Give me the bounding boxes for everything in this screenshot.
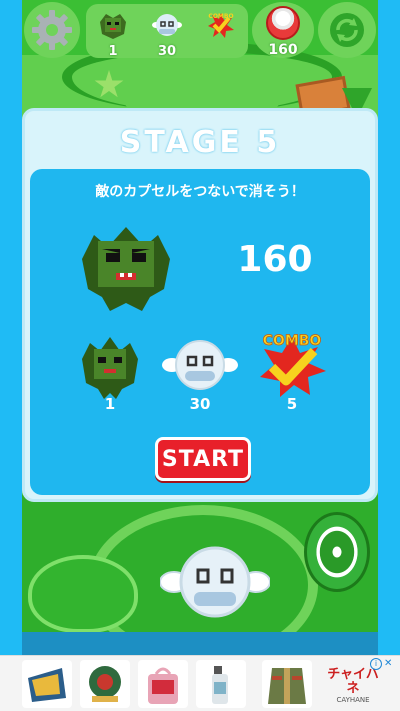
combo-counter: COMBO <box>194 4 248 58</box>
stage-mission-box: 敵のカプセルをつないで消そう！ 160 COMBO 1 30 5 START <box>30 169 370 495</box>
close-icon[interactable]: ✕ <box>384 658 396 670</box>
combo-icon: COMBO <box>260 333 326 397</box>
goblin-counter: 1 <box>86 4 140 59</box>
combo-icon: COMBO <box>208 13 234 38</box>
ball-count: 160 <box>268 42 298 58</box>
gear-icon <box>32 10 72 50</box>
ghost-required: 30 <box>189 395 211 413</box>
reload-button[interactable] <box>318 2 376 58</box>
mission-counter-panel: 1 30 COMBO <box>86 4 248 59</box>
goblin-count: 1 <box>108 44 118 59</box>
capsule-ball-icon <box>266 6 300 40</box>
top-hud: 1 30 COMBO 160 <box>22 0 378 60</box>
combo-badge-text: COMBO <box>263 333 322 349</box>
ghost-icon <box>152 14 182 36</box>
ad-product-2[interactable] <box>80 660 130 708</box>
goblin-icon <box>82 227 170 311</box>
goblin-required: 1 <box>104 395 116 413</box>
start-button[interactable]: START <box>155 437 251 481</box>
bottom-strip <box>22 632 378 655</box>
ad-product-4[interactable] <box>196 660 246 708</box>
reload-icon <box>330 13 364 47</box>
ghost-icon <box>162 340 238 390</box>
next-ball-button[interactable] <box>304 512 370 592</box>
target-ball-count: 160 <box>237 239 313 280</box>
ad-brand-logo[interactable]: チャイハネ CAYHANE <box>325 667 381 705</box>
goblin-icon <box>82 337 138 399</box>
ad-banner[interactable]: チャイハネ CAYHANE i ✕ <box>0 655 400 711</box>
capsule-ball-counter: 160 <box>252 2 314 58</box>
ghost-shooter-icon[interactable] <box>160 530 270 630</box>
stock-slot[interactable] <box>28 545 138 635</box>
stock-silhouette <box>28 555 138 633</box>
right-edge <box>378 0 400 655</box>
ghost-counter: 30 <box>140 4 194 59</box>
ad-product-3[interactable] <box>138 660 188 708</box>
ad-info-icon[interactable]: i <box>370 658 382 670</box>
ghost-count: 30 <box>157 44 177 59</box>
stage-intro-dialog: STAGE 5 敵のカプセルをつないで消そう！ 160 COMBO 1 30 5… <box>22 108 378 502</box>
goblin-icon <box>100 14 126 39</box>
combo-badge-text: COMBO <box>208 13 233 20</box>
ad-brand-name: チャイハネ <box>327 667 379 696</box>
ad-product-1[interactable] <box>22 660 72 708</box>
left-edge <box>0 0 22 655</box>
mission-text: 敵のカプセルをつないで消そう！ <box>95 184 305 200</box>
settings-button[interactable] <box>24 2 80 58</box>
stage-title: STAGE 5 <box>119 125 281 160</box>
ad-brand-sub: CAYHANE <box>336 696 370 704</box>
combo-required: 5 <box>286 395 298 413</box>
ad-product-5[interactable] <box>262 660 312 708</box>
